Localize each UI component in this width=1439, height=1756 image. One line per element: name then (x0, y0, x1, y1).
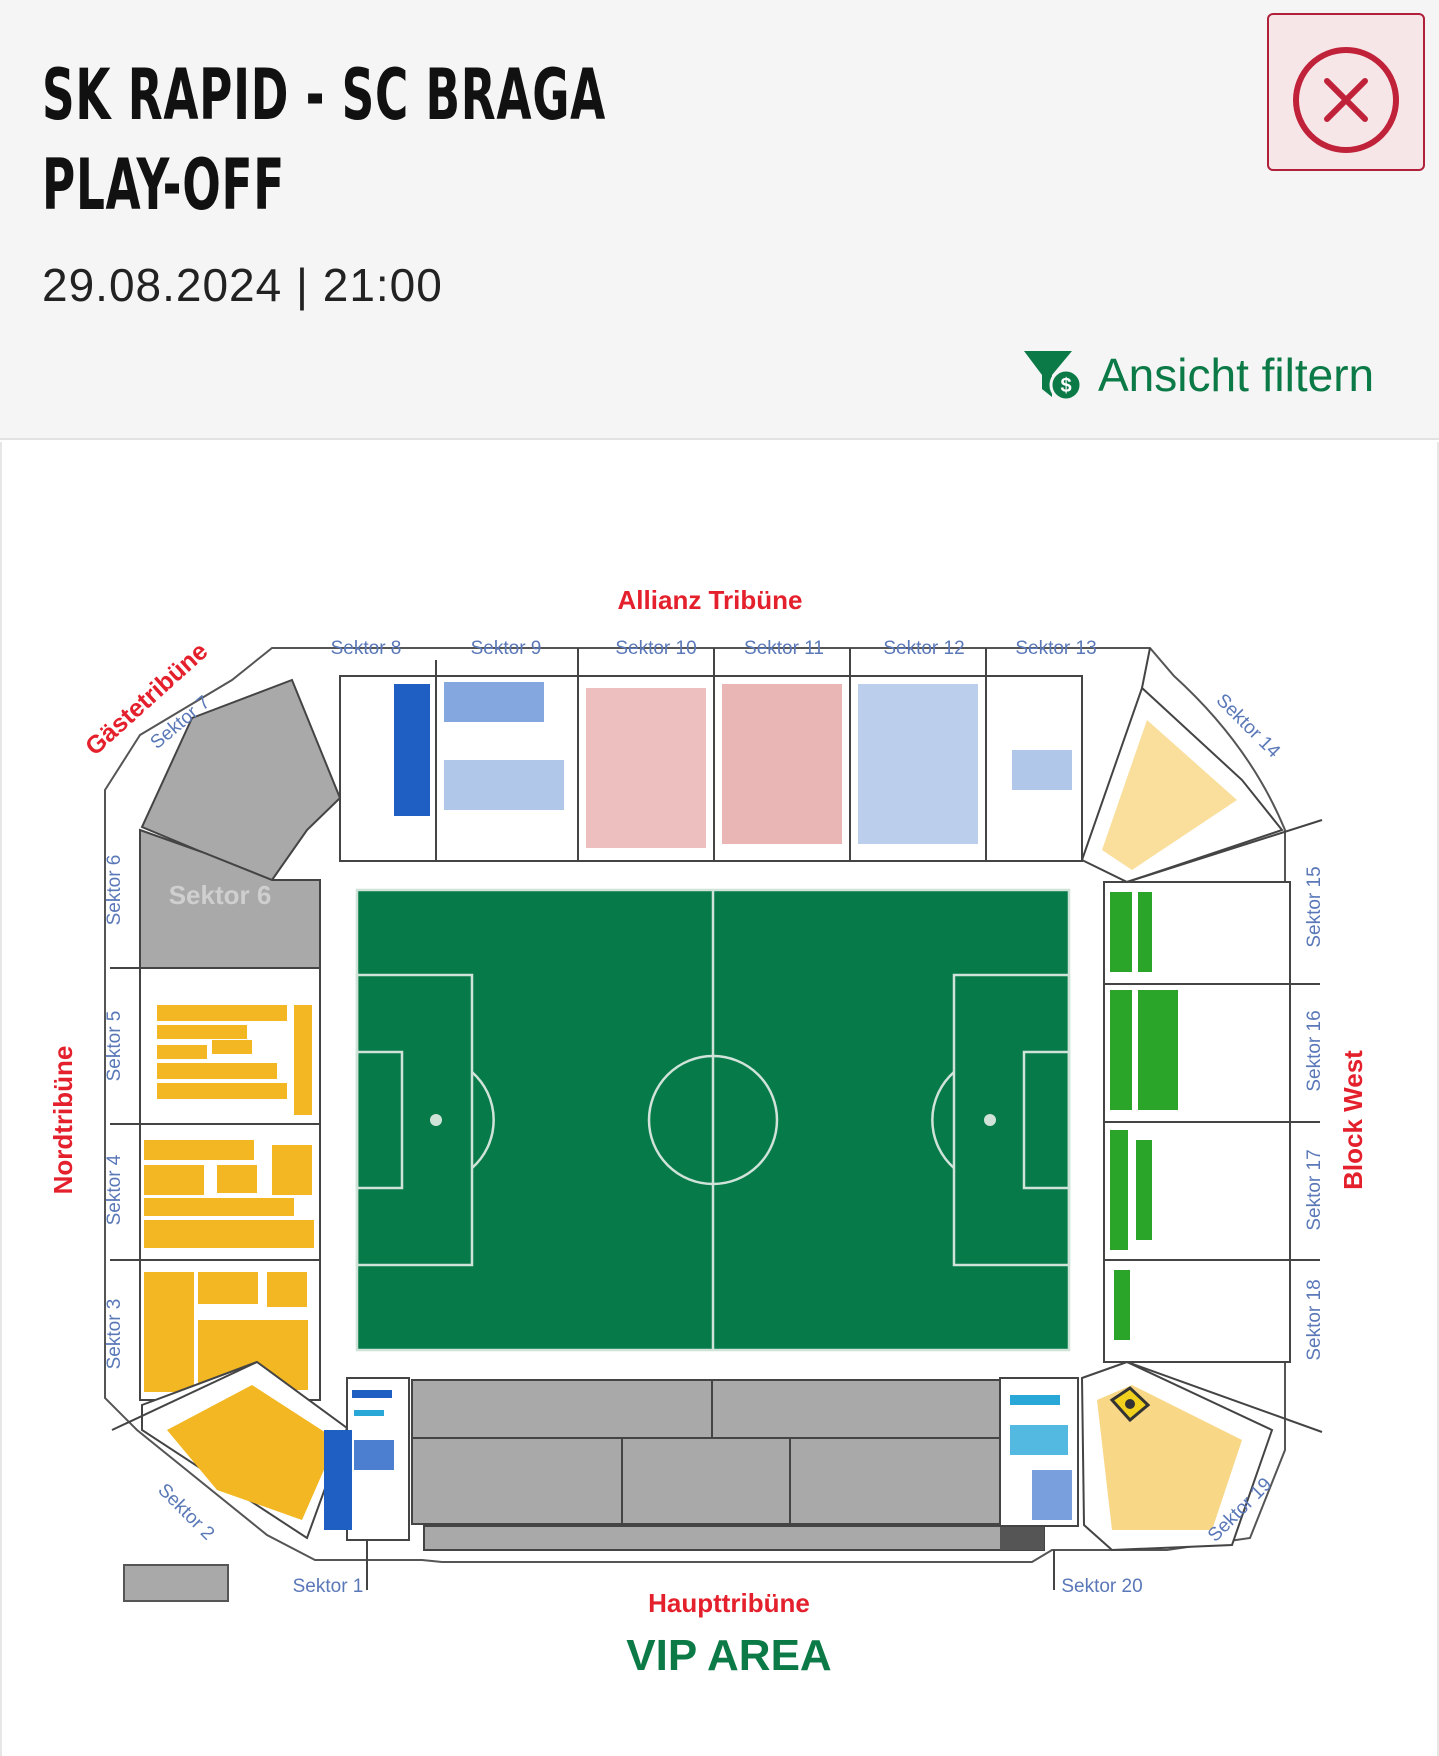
sector-8-label: Sektor 8 (331, 638, 402, 659)
sector-4-label: Sektor 4 (104, 1154, 125, 1225)
sector-1-label: Sektor 1 (293, 1576, 364, 1597)
stand-main-label: Haupttribüne (648, 1588, 810, 1618)
sector-3-label: Sektor 3 (104, 1299, 125, 1370)
stand-allianz-label: Allianz Tribüne (618, 585, 803, 615)
main-stand-blocks[interactable] (411, 1379, 1045, 1551)
sector-10-label: Sektor 10 (615, 638, 696, 659)
sector-2-label: Sektor 2 (153, 1480, 218, 1545)
sector-11-label: Sektor 11 (744, 638, 824, 659)
filter-view-label: Ansicht filtern (1098, 349, 1375, 401)
stadium-map-svg: Sektor 6 Allianz Tribüne Gästetribüne No… (48, 585, 1368, 1680)
sector-18-label: Sektor 18 (1304, 1279, 1325, 1360)
event-title-line2: PLAY-OFF (42, 144, 285, 226)
sector-6-field-label: Sektor 6 (169, 880, 272, 910)
sector-9-label: Sektor 9 (471, 638, 542, 659)
stand-north-label: Nordtribüne (48, 1046, 78, 1195)
sector-13-label: Sektor 13 (1015, 638, 1096, 659)
filter-view-button[interactable]: $ Ansicht filtern (1020, 345, 1374, 405)
stand-west-label: Block West (1338, 1050, 1368, 1190)
sector-15-label: Sektor 15 (1304, 866, 1325, 947)
filter-dollar-icon: $ (1024, 351, 1083, 402)
sector-18-block[interactable] (1103, 1259, 1291, 1363)
seat-map: Sektor 6 Allianz Tribüne Gästetribüne No… (0, 442, 1439, 1756)
sector-17-label: Sektor 17 (1304, 1149, 1325, 1230)
sector-20-label: Sektor 20 (1061, 1576, 1142, 1597)
sector-20-block[interactable] (999, 1377, 1079, 1527)
sector-5-label: Sektor 5 (104, 1011, 125, 1082)
close-button[interactable] (1267, 13, 1425, 171)
sector-16-label: Sektor 16 (1304, 1010, 1325, 1091)
svg-text:$: $ (1060, 375, 1071, 397)
sector-17-block[interactable] (1103, 1121, 1291, 1261)
pitch (355, 888, 1071, 1352)
event-datetime: 29.08.2024 | 21:00 (42, 259, 443, 311)
event-header: SK RAPID - SC BRAGA PLAY-OFF 29.08.2024 … (0, 0, 1439, 440)
vip-area-label: VIP AREA (626, 1631, 831, 1680)
close-circle-icon (1293, 47, 1399, 153)
sector-6-label: Sektor 6 (104, 855, 125, 926)
event-title-line1: SK RAPID - SC BRAGA (42, 54, 606, 136)
event-title: SK RAPID - SC BRAGA PLAY-OFF (42, 50, 606, 230)
sector-12-label: Sektor 12 (883, 638, 964, 659)
